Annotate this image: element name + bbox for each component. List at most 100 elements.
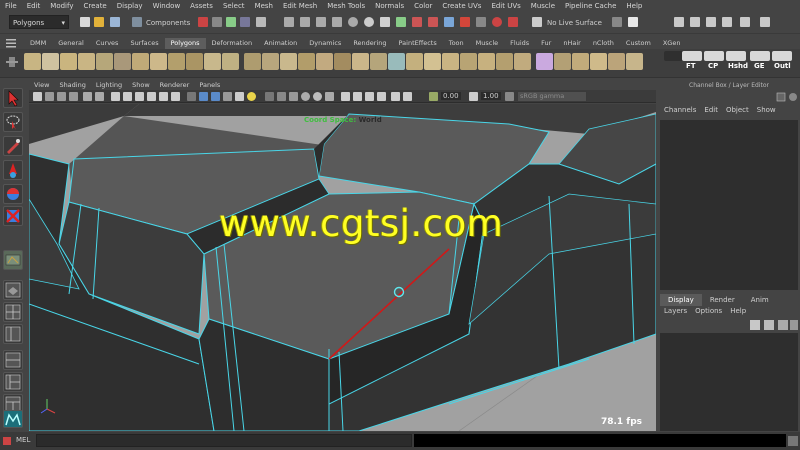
channel-box-area[interactable] xyxy=(660,120,798,290)
layout-single-icon[interactable] xyxy=(3,280,23,300)
move-layer-up-icon[interactable] xyxy=(778,320,788,330)
menu-select[interactable]: Select xyxy=(218,2,250,10)
symmetry-icon[interactable] xyxy=(612,17,622,27)
wire-toggle-icon[interactable] xyxy=(377,92,386,101)
save-scene-icon[interactable] xyxy=(110,17,120,27)
gamma-icon[interactable] xyxy=(469,92,478,101)
outl-icon[interactable] xyxy=(772,51,792,61)
outliner-icon[interactable] xyxy=(760,17,770,27)
menu-modify[interactable]: Modify xyxy=(45,2,78,10)
layout-persp-graph-icon[interactable] xyxy=(3,350,23,370)
menu-mesh[interactable]: Mesh xyxy=(250,2,278,10)
menu-window[interactable]: Window xyxy=(148,2,186,10)
xray-active-icon[interactable] xyxy=(277,92,286,101)
shelf-tab-muscle[interactable]: Muscle xyxy=(470,38,505,49)
scale-tool-icon[interactable] xyxy=(3,206,23,226)
layer-tab-render[interactable]: Render xyxy=(702,294,743,306)
shelf-tab-curves[interactable]: Curves xyxy=(90,38,125,49)
sidebar-toggle-icon[interactable] xyxy=(628,17,638,27)
shelf-tab-surfaces[interactable]: Surfaces xyxy=(124,38,164,49)
poly-torus-icon[interactable] xyxy=(114,53,131,70)
xray-joints-icon[interactable] xyxy=(289,92,298,101)
panel-menu-lighting[interactable]: Lighting xyxy=(91,81,127,89)
command-language-label[interactable]: MEL xyxy=(16,436,30,444)
panel-menu-show[interactable]: Show xyxy=(127,81,155,89)
snap-point-icon[interactable] xyxy=(316,17,326,27)
split-polygon-icon[interactable] xyxy=(424,53,441,70)
film-gate-icon[interactable] xyxy=(123,92,132,101)
resolution-gate-icon[interactable] xyxy=(135,92,144,101)
poly-cone-icon[interactable] xyxy=(78,53,95,70)
menu-normals[interactable]: Normals xyxy=(370,2,409,10)
shelf-menu-icon[interactable] xyxy=(5,55,19,69)
layer-menu-help[interactable]: Help xyxy=(726,307,750,315)
smooth-shade-icon[interactable] xyxy=(199,92,208,101)
script-editor-button-icon[interactable] xyxy=(788,436,798,446)
shelf-tab-dynamics[interactable]: Dynamics xyxy=(303,38,347,49)
extrude-icon[interactable] xyxy=(478,53,495,70)
layer-menu-layers[interactable]: Layers xyxy=(660,307,691,315)
isolate-select-icon[interactable] xyxy=(341,92,350,101)
menu-edit-mesh[interactable]: Edit Mesh xyxy=(278,2,322,10)
layer-editor-icon[interactable] xyxy=(740,17,750,27)
bridge-icon[interactable] xyxy=(496,53,513,70)
new-empty-layer-icon[interactable] xyxy=(764,320,774,330)
ft-icon[interactable] xyxy=(682,51,702,61)
motion-blur-icon[interactable] xyxy=(313,92,322,101)
fill-hole-icon[interactable] xyxy=(388,53,405,70)
channel-box-menu-channels[interactable]: Channels xyxy=(660,106,700,114)
color-management-icon[interactable] xyxy=(505,92,514,101)
snap-live-icon[interactable] xyxy=(348,17,358,27)
cleanup-icon[interactable] xyxy=(370,53,387,70)
poly-sphere-icon[interactable] xyxy=(24,53,41,70)
camera-view-icon[interactable] xyxy=(365,92,374,101)
lock-camera-icon[interactable] xyxy=(45,92,54,101)
lights-icon[interactable] xyxy=(235,92,244,101)
lasso-tool-icon[interactable] xyxy=(3,112,23,132)
select-tool-icon[interactable] xyxy=(3,88,23,108)
new-scene-icon[interactable] xyxy=(80,17,90,27)
channel-box-icon[interactable] xyxy=(722,17,732,27)
menu-edit[interactable]: Edit xyxy=(22,2,46,10)
poly-cube-icon[interactable] xyxy=(42,53,59,70)
wireframe-on-shaded-icon[interactable] xyxy=(211,92,220,101)
render-settings-icon[interactable] xyxy=(444,17,454,27)
menu-create[interactable]: Create xyxy=(78,2,111,10)
ipr-render-icon[interactable] xyxy=(428,17,438,27)
magnet-live-icon[interactable] xyxy=(492,17,502,27)
cp-icon[interactable] xyxy=(704,51,724,61)
shelf-tab-toon[interactable]: Toon xyxy=(443,38,470,49)
gate-mask-icon[interactable] xyxy=(147,92,156,101)
shelf-tab-fur[interactable]: Fur xyxy=(535,38,557,49)
layer-list-area[interactable] xyxy=(660,333,798,431)
grid-icon[interactable] xyxy=(111,92,120,101)
separate-icon[interactable] xyxy=(262,53,279,70)
xray-icon[interactable] xyxy=(508,17,518,27)
poly-soccer-ball-icon[interactable] xyxy=(204,53,221,70)
merge-icon[interactable] xyxy=(536,53,553,70)
menu-pipeline-cache[interactable]: Pipeline Cache xyxy=(560,2,621,10)
viewport-3d[interactable]: Coord Space: World www.cgtsj.com 78.1 fp… xyxy=(29,104,656,431)
uv-mask-icon[interactable] xyxy=(256,17,266,27)
bookmarks-icon[interactable] xyxy=(69,92,78,101)
fold-icon[interactable] xyxy=(608,53,625,70)
poly-plane-icon[interactable] xyxy=(96,53,113,70)
select-camera-icon[interactable] xyxy=(33,92,42,101)
hypershade-icon[interactable] xyxy=(460,17,470,27)
reduce-icon[interactable] xyxy=(334,53,351,70)
live-surface-icon[interactable] xyxy=(532,17,542,27)
ambient-occlusion-icon[interactable] xyxy=(301,92,310,101)
offset-edge-loop-icon[interactable] xyxy=(460,53,477,70)
shelf-tab-dmm[interactable]: DMM xyxy=(24,38,52,49)
combine-icon[interactable] xyxy=(244,53,261,70)
construction-history-icon[interactable] xyxy=(396,17,406,27)
face-mask-icon[interactable] xyxy=(240,17,250,27)
magnet-icon[interactable] xyxy=(476,17,486,27)
move-tool-icon[interactable] xyxy=(3,160,23,180)
snap-grid-icon[interactable] xyxy=(284,17,294,27)
exposure-icon[interactable] xyxy=(403,92,412,101)
layout-outliner-icon[interactable] xyxy=(3,372,23,392)
panel-menu-renderer[interactable]: Renderer xyxy=(155,81,195,89)
channel-box-menu-object[interactable]: Object xyxy=(722,106,753,114)
exposure-value[interactable]: 0.00 xyxy=(441,92,461,100)
